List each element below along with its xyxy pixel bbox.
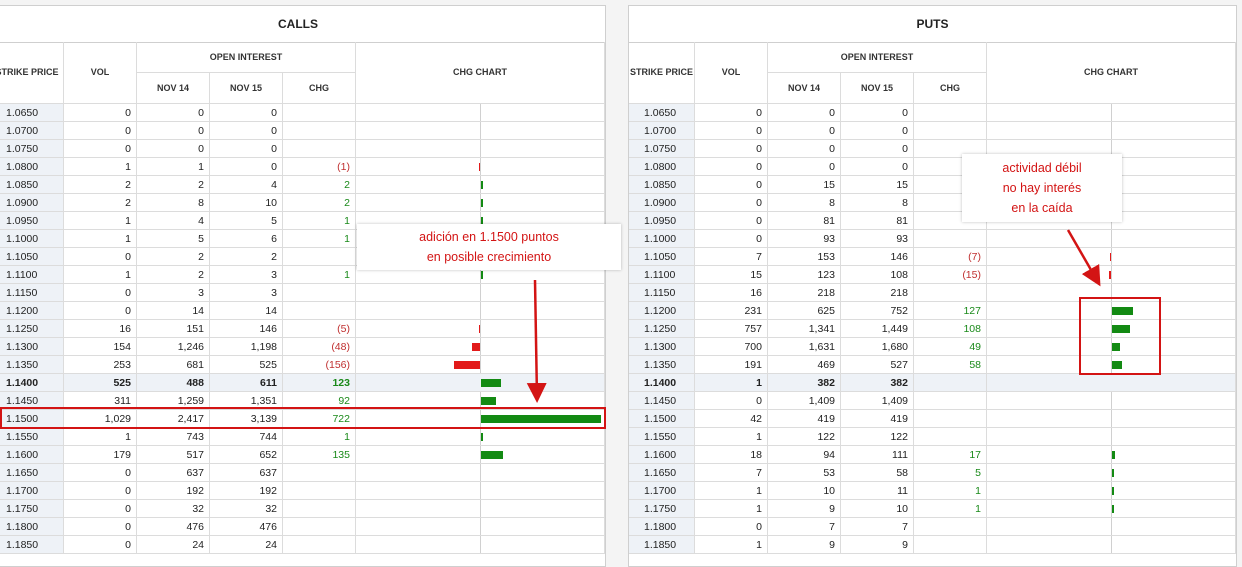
puts-arrow <box>1066 229 1101 287</box>
annotation-arrows <box>526 229 1101 403</box>
calls-arrow <box>526 279 547 403</box>
